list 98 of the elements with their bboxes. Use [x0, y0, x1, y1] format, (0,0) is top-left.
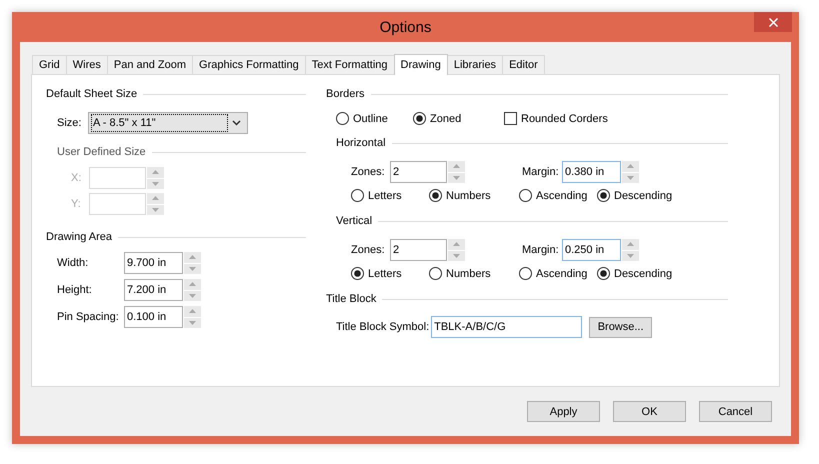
input-field[interactable]: 9.700 in [124, 252, 183, 274]
spin-down-button[interactable] [147, 204, 164, 215]
section-heading: User Defined Size [57, 146, 146, 158]
triangle-up-icon [189, 309, 196, 314]
close-button[interactable] [754, 12, 792, 32]
dialog-button[interactable]: OK [613, 401, 686, 422]
spin-up-button[interactable] [622, 161, 639, 172]
radio-button[interactable] [351, 189, 364, 202]
triangle-up-icon [453, 242, 460, 246]
spin-up-button[interactable] [184, 306, 201, 316]
triangle-down-icon [152, 182, 159, 186]
section-heading: Horizontal [336, 137, 386, 149]
radio-label: Descending [614, 190, 672, 202]
input-field[interactable]: 2 [390, 239, 447, 261]
spin-down-button[interactable] [448, 250, 465, 261]
spin-up-button[interactable] [147, 167, 164, 178]
field-label: Height: [57, 284, 93, 296]
radio-label: Ascending [536, 268, 588, 280]
radio-label: Numbers [446, 268, 491, 280]
radio-button[interactable] [519, 267, 532, 280]
spin-down-button[interactable] [147, 178, 164, 189]
section-heading: Borders [326, 88, 365, 100]
triangle-up-icon [627, 242, 634, 246]
input-field[interactable]: 0.380 in [562, 161, 621, 183]
radio-button[interactable] [597, 267, 610, 280]
radio-label: Letters [368, 268, 402, 280]
radio-label: Letters [368, 190, 402, 202]
radio-label: Outline [353, 112, 388, 124]
spin-up-button[interactable] [622, 239, 639, 250]
spin-up-button[interactable] [448, 161, 465, 172]
triangle-up-icon [189, 255, 196, 260]
triangle-down-icon [189, 320, 196, 325]
radio-button[interactable] [413, 112, 426, 125]
input-field[interactable] [89, 193, 146, 215]
checkbox-label: Rounded Corders [521, 112, 608, 124]
triangle-down-icon [189, 266, 196, 271]
radio-button[interactable] [429, 189, 442, 202]
dialog-button[interactable]: Apply [527, 401, 600, 422]
input-field[interactable]: 0.250 in [562, 239, 621, 261]
radio-label: Descending [614, 268, 672, 280]
field-label: Zones: [351, 244, 386, 256]
tab[interactable]: Editor [502, 55, 545, 74]
close-icon [768, 18, 778, 26]
radio-button[interactable] [597, 189, 610, 202]
spin-down-button[interactable] [184, 318, 201, 328]
triangle-down-icon [627, 176, 634, 180]
spin-up-button[interactable] [184, 252, 201, 262]
triangle-down-icon [152, 208, 159, 212]
radio-button[interactable] [336, 112, 349, 125]
triangle-down-icon [453, 176, 460, 180]
radio-button[interactable] [519, 189, 532, 202]
radio-label: Numbers [446, 190, 491, 202]
field-label: Width: [57, 257, 90, 269]
input-field[interactable]: 2 [390, 161, 447, 183]
spin-down-button[interactable] [622, 172, 639, 183]
triangle-down-icon [627, 254, 634, 258]
input-field[interactable]: 0.100 in [124, 306, 183, 328]
field-label: Y: [71, 198, 82, 210]
radio-label: Zoned [430, 112, 462, 124]
triangle-up-icon [152, 196, 159, 200]
section-heading: Vertical [336, 215, 372, 227]
section-heading: Title Block [326, 293, 376, 305]
radio-button[interactable] [351, 267, 364, 280]
triangle-up-icon [152, 170, 159, 174]
spin-down-button[interactable] [448, 172, 465, 183]
spin-down-button[interactable] [184, 290, 201, 301]
triangle-up-icon [189, 282, 196, 286]
checkbox[interactable] [504, 112, 517, 125]
radio-label: Ascending [536, 190, 588, 202]
triangle-down-icon [453, 254, 460, 258]
field-label: Margin: [522, 166, 560, 178]
triangle-up-icon [453, 164, 460, 168]
browse-button[interactable]: Browse... [589, 316, 652, 338]
spin-up-button[interactable] [147, 193, 164, 204]
triangle-down-icon [189, 294, 196, 298]
field-label: Title Block Symbol: [336, 321, 430, 333]
spin-up-button[interactable] [184, 279, 201, 290]
tab[interactable]: Grid [32, 55, 67, 74]
section-heading: Default Sheet Size [46, 88, 138, 100]
dialog-button[interactable]: Cancel [699, 401, 772, 422]
spin-up-button[interactable] [448, 239, 465, 250]
spin-down-button[interactable] [184, 264, 201, 274]
field-label: Margin: [522, 244, 560, 256]
radio-button[interactable] [429, 267, 442, 280]
field-label: X: [71, 172, 82, 184]
triangle-up-icon [627, 164, 634, 168]
input-field[interactable]: 7.200 in [124, 279, 183, 301]
field-label: Pin Spacing: [57, 311, 120, 323]
chevron-down-icon [232, 120, 241, 126]
section-heading: Drawing Area [46, 231, 112, 243]
window-title: Options [380, 18, 432, 36]
input-field[interactable] [89, 167, 146, 189]
field-label: Size: [57, 117, 82, 129]
field-label: Zones: [351, 166, 386, 178]
size-dropdown[interactable]: A - 8.5" x 11" [88, 112, 248, 134]
input-field[interactable]: TBLK-A/B/C/G [431, 316, 582, 338]
tab[interactable]: Drawing [394, 54, 448, 75]
spin-down-button[interactable] [622, 250, 639, 261]
